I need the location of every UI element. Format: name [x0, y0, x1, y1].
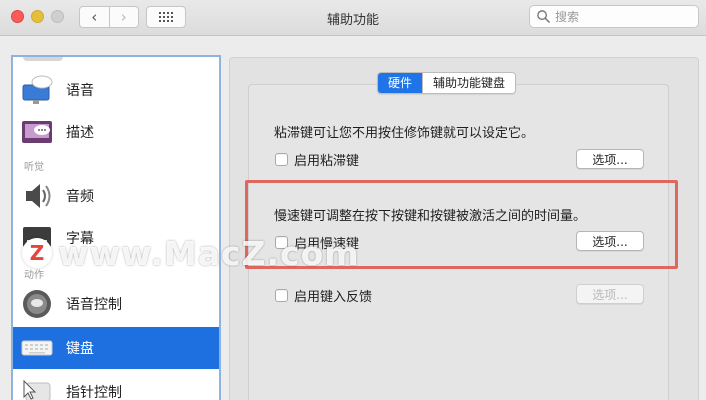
checkbox-label: 启用键入反馈: [294, 290, 373, 305]
checkbox-box[interactable]: [275, 153, 288, 166]
search-field[interactable]: [529, 5, 699, 28]
sidebar-item-speech[interactable]: 语音: [13, 69, 219, 111]
search-input[interactable]: [555, 9, 685, 24]
sidebar-item-label: 指针控制: [66, 385, 122, 400]
sidebar-item-captions[interactable]: 字幕: [13, 217, 219, 259]
slow-keys-description: 慢速键可调整在按下按键和按键被激活之间的时间量。: [274, 209, 587, 224]
sidebar-item-pointer-control[interactable]: 指针控制: [13, 371, 219, 400]
checkbox-label: 启用粘滞键: [294, 154, 360, 169]
sticky-keys-checkbox[interactable]: 启用粘滞键: [275, 150, 359, 169]
slow-keys-options-button[interactable]: 选项...: [576, 231, 644, 251]
title-bar: ‹ › 辅助功能: [0, 0, 706, 36]
checkbox-box[interactable]: [275, 236, 288, 249]
typing-feedback-options-button: 选项...: [576, 284, 644, 304]
description-icon: [20, 115, 54, 149]
checkbox-label: 启用慢速键: [294, 237, 360, 252]
sticky-keys-description: 粘滞键可让您不用按住修饰键就可以设定它。: [274, 126, 535, 141]
voice-control-icon: [20, 287, 54, 321]
tab-bar: 硬件 辅助功能键盘: [377, 72, 517, 94]
sidebar: 语音 描述 听觉 音频 字幕 动作 语音控制 键盘 指针控制: [11, 55, 221, 400]
sidebar-item-label: 语音: [66, 83, 94, 99]
partial-item-icon: [23, 57, 63, 61]
sidebar-item-audio[interactable]: 音频: [13, 175, 219, 217]
keyboard-icon: [20, 331, 54, 365]
search-icon: [537, 10, 550, 23]
sidebar-item-label: 音频: [66, 189, 94, 205]
tab-hardware[interactable]: 硬件: [378, 73, 423, 93]
pointer-control-icon: [20, 375, 54, 400]
speech-bubble-monitor-icon: [20, 73, 54, 107]
tab-accessibility-keyboard[interactable]: 辅助功能键盘: [422, 73, 516, 93]
sidebar-item-label: 键盘: [66, 341, 94, 357]
group-label-motor: 动作: [24, 270, 44, 281]
captions-icon: [20, 221, 54, 255]
sticky-keys-options-button[interactable]: 选项...: [576, 149, 644, 169]
speaker-icon: [20, 179, 54, 213]
sidebar-item-description[interactable]: 描述: [13, 111, 219, 153]
typing-feedback-checkbox[interactable]: 启用键入反馈: [275, 286, 372, 305]
sidebar-item-label: 描述: [66, 125, 94, 141]
sidebar-item-label: 字幕: [66, 231, 94, 247]
sidebar-item-label: 语音控制: [66, 297, 122, 313]
sidebar-item-voice-control[interactable]: 语音控制: [13, 283, 219, 325]
checkbox-box[interactable]: [275, 289, 288, 302]
group-label-hearing: 听觉: [24, 162, 44, 173]
slow-keys-checkbox[interactable]: 启用慢速键: [275, 233, 359, 252]
sidebar-item-keyboard[interactable]: 键盘: [13, 327, 219, 369]
